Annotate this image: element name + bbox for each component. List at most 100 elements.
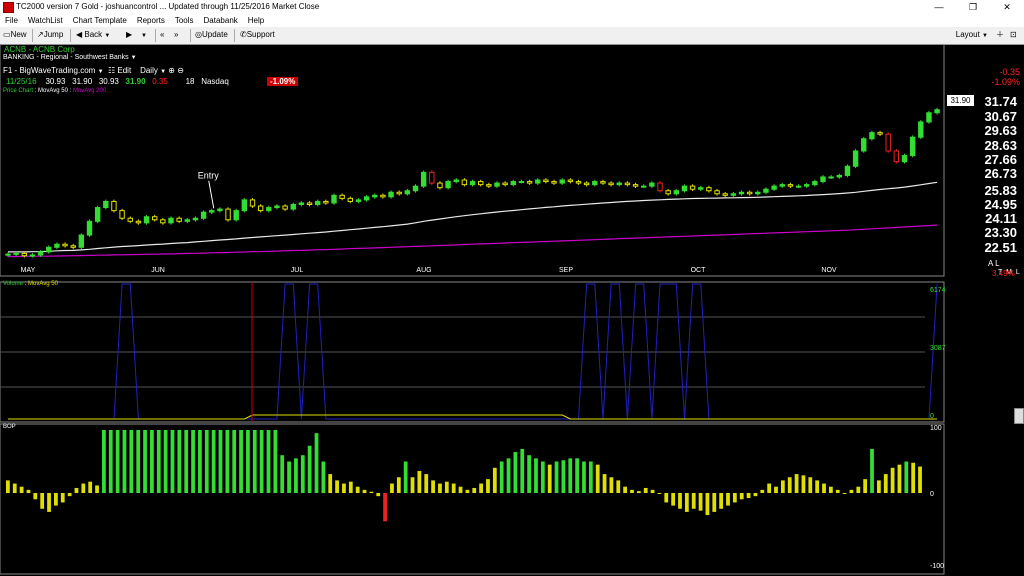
menu-tools[interactable]: Tools xyxy=(170,14,199,27)
candle xyxy=(649,181,655,188)
candle-body xyxy=(559,179,565,184)
candle-body xyxy=(901,155,908,163)
candle-body xyxy=(380,194,386,198)
price-legend: Price Chart : MovAvg 50 : MovAvg 200 xyxy=(3,88,107,94)
bop-bar xyxy=(856,486,861,493)
toolbar-divider xyxy=(32,29,33,42)
forward-dropdown[interactable]: ▼ xyxy=(141,29,147,41)
double-left-icon: « xyxy=(160,30,165,39)
candle-body xyxy=(861,138,867,152)
candle-body xyxy=(844,165,851,176)
jump-button[interactable]: ↗Jump xyxy=(37,29,63,41)
last-price-marker: 31.90 xyxy=(947,95,974,106)
menu-chart-template[interactable]: Chart Template xyxy=(68,14,132,27)
toolbar-divider xyxy=(155,29,156,42)
menu-watchlist[interactable]: WatchList xyxy=(23,14,68,27)
support-button[interactable]: ✆Support xyxy=(240,29,275,41)
candle xyxy=(714,188,720,196)
candle-body xyxy=(119,210,125,219)
minimize-button[interactable]: — xyxy=(922,0,956,14)
candle xyxy=(755,190,761,196)
candle xyxy=(926,110,932,124)
scroll-back-button[interactable]: « xyxy=(160,29,164,41)
bop-bar xyxy=(74,487,79,493)
double-right-icon: » xyxy=(174,30,179,39)
volume-legend: Volume : MovAvg 50 xyxy=(3,281,58,287)
candle xyxy=(608,181,614,187)
update-button[interactable]: ◎Update xyxy=(195,29,228,41)
month-label: MAY xyxy=(21,267,36,274)
edit-button[interactable]: Edit xyxy=(117,66,131,75)
bop-bar xyxy=(328,474,333,493)
bop-bar xyxy=(184,430,189,493)
bop-bar xyxy=(102,430,106,493)
industry-label[interactable]: BANKING - Regional - Southwest Banks ▼ xyxy=(3,54,137,61)
scroll-forward-button[interactable]: » xyxy=(174,29,178,41)
bop-bar xyxy=(520,448,525,493)
bop-bar xyxy=(657,493,662,494)
back-button[interactable]: ◀ Back ▼ xyxy=(76,29,110,41)
layout-button[interactable]: Layout ▼ xyxy=(956,30,988,39)
bop-bar xyxy=(849,489,854,493)
candle xyxy=(738,190,745,196)
bop-bar xyxy=(774,486,778,493)
quote-low: 30.93 xyxy=(98,77,119,86)
dropdown-icon: ▼ xyxy=(982,33,988,39)
candle xyxy=(844,164,851,178)
bop-bar xyxy=(259,430,264,493)
candle xyxy=(877,130,883,136)
bop-bar xyxy=(883,474,888,493)
candle xyxy=(257,204,264,213)
candle xyxy=(176,216,182,224)
candle xyxy=(135,219,142,225)
add-chart-button[interactable]: ＋ xyxy=(996,29,1004,41)
candle xyxy=(673,188,679,196)
expand-button[interactable]: ⊡ xyxy=(1010,29,1017,41)
candle-body xyxy=(461,179,468,186)
candle xyxy=(363,195,370,202)
menu-databank[interactable]: Databank xyxy=(199,14,243,27)
candle-body xyxy=(893,150,900,163)
bop-bar xyxy=(40,493,45,509)
candle-body xyxy=(331,194,337,204)
template-name[interactable]: F1 - BigWaveTrading.com xyxy=(3,66,95,75)
zoom-out-icon[interactable]: ⊖ xyxy=(177,66,184,75)
ma50-legend-label: MovAvg 50 xyxy=(38,88,68,94)
bop-bar xyxy=(198,430,202,493)
bop-bar xyxy=(191,430,195,493)
bop-bar xyxy=(842,493,847,494)
menu-reports[interactable]: Reports xyxy=(132,14,170,27)
close-button[interactable]: ✕ xyxy=(990,0,1024,14)
new-button[interactable]: ▭New xyxy=(3,29,27,41)
volume-axis-tick: 3087 xyxy=(930,345,946,352)
symbol-title[interactable]: ACNB - ACNB Corp xyxy=(4,45,75,54)
menu-help[interactable]: Help xyxy=(243,14,269,27)
window-title: TC2000 version 7 Gold - joshuancontrol .… xyxy=(16,2,320,11)
candle xyxy=(787,182,794,188)
al-toggle[interactable]: A L xyxy=(988,259,1000,268)
forward-button[interactable]: ▶ xyxy=(126,29,132,41)
candle xyxy=(54,242,60,250)
restore-button[interactable]: ❐ xyxy=(956,0,990,14)
bop-bar xyxy=(273,430,278,493)
candle-body xyxy=(429,171,435,184)
zoom-in-icon[interactable]: ⊕ xyxy=(168,66,175,75)
bop-bar xyxy=(561,460,566,493)
bop-bar xyxy=(547,464,552,493)
bop-bar xyxy=(739,493,744,500)
candle-body xyxy=(266,207,272,212)
period-select[interactable]: Daily xyxy=(140,66,158,75)
dropdown-icon: ▼ xyxy=(104,33,111,39)
candle-body xyxy=(787,184,794,187)
menu-file[interactable]: File xyxy=(0,14,23,27)
add-icon: ＋ xyxy=(996,30,1004,39)
volume-ma-line xyxy=(8,414,938,420)
candle-body xyxy=(518,181,525,184)
candle-body xyxy=(804,184,810,187)
candle xyxy=(282,204,288,211)
bop-bar xyxy=(486,479,490,493)
candle-body xyxy=(592,181,598,186)
candle-body xyxy=(632,184,639,187)
pane-scrollbar[interactable] xyxy=(1014,408,1024,424)
bop-bar xyxy=(499,461,504,493)
